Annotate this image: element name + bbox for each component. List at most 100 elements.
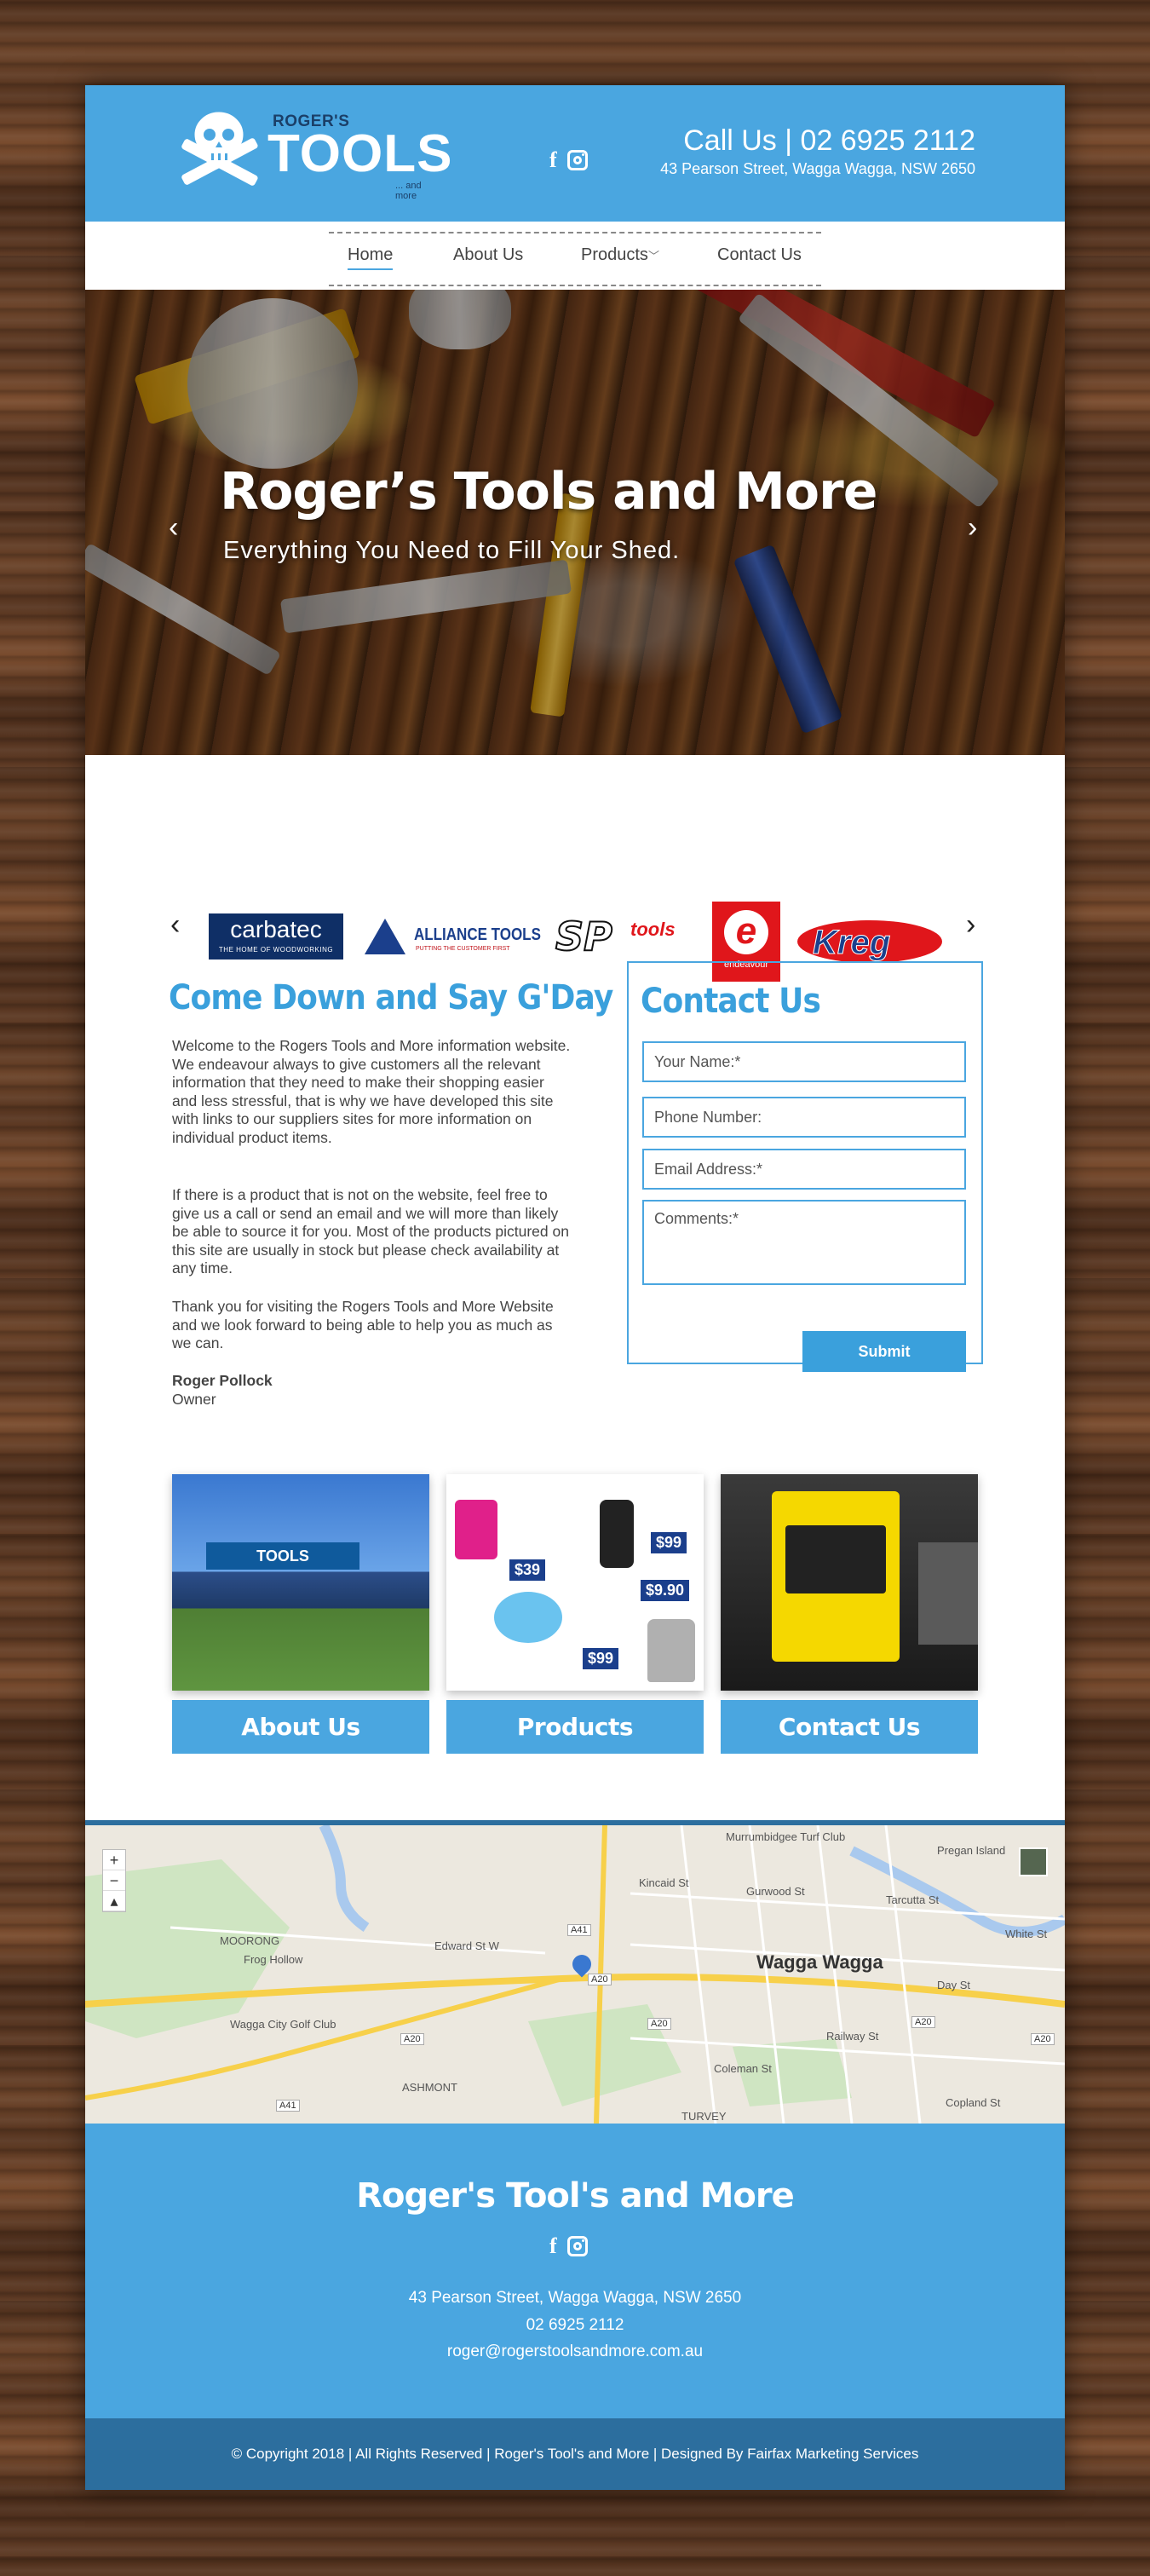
map-city-label: Wagga Wagga [756, 1951, 883, 1973]
kreg-logo-text: Kreg [812, 924, 891, 962]
welder-photo[interactable] [721, 1474, 978, 1691]
product-spray-image [600, 1500, 634, 1568]
road-badge: A20 [647, 2018, 671, 2030]
map-label: Kincaid St [639, 1876, 689, 1889]
footer-email[interactable]: roger@rogerstoolsandmore.com.au [85, 2343, 1065, 2361]
name-field[interactable] [642, 1041, 966, 1082]
map-reset-button[interactable]: ▴ [103, 1891, 125, 1911]
price-tag: $39 [509, 1559, 546, 1581]
road-badge: A41 [567, 1924, 591, 1936]
sp-tools-logo[interactable]: SP tools [555, 912, 700, 963]
store-sign: TOOLS [206, 1542, 359, 1570]
footer-phone[interactable]: 02 6925 2112 [85, 2316, 1065, 2335]
price-tag: $99 [583, 1648, 619, 1669]
about-us-button[interactable]: About Us [172, 1700, 429, 1754]
sp-logo-word: tools [630, 919, 676, 940]
map-graphic [85, 1825, 1065, 2124]
product-bottle-image [455, 1500, 497, 1559]
footer-title: Roger's Tool's and More [356, 2176, 795, 2216]
site-footer: Roger's Tool's and More f 43 Pearson Str… [85, 2124, 1065, 2418]
intro-paragraph-3: Thank you for visiting the Rogers Tools … [172, 1298, 554, 1351]
intro-paragraph-1: Welcome to the Rogers Tools and More inf… [172, 1037, 571, 1146]
nav-home[interactable]: Home [348, 245, 394, 270]
road-badge: A41 [276, 2100, 300, 2112]
copyright-bar: © Copyright 2018 | All Rights Reserved |… [85, 2418, 1065, 2490]
map-zoom-controls: + − ▴ [102, 1849, 126, 1912]
products-button[interactable]: Products [446, 1700, 704, 1754]
carbatec-logo-sub: THE HOME OF WOODWORKING [218, 946, 334, 954]
skull-tools-icon [181, 112, 258, 186]
alliance-logo-text: ALLIANCE TOOLS [414, 925, 541, 944]
welder-panel [785, 1525, 886, 1593]
zoom-out-button[interactable]: − [103, 1870, 125, 1891]
hero-next-arrow-icon[interactable]: › [968, 513, 977, 542]
signer-name: Roger Pollock [172, 1372, 273, 1389]
map-label: Murrumbidgee Turf Club [726, 1830, 846, 1843]
map-label: TURVEY [681, 2110, 727, 2123]
hero-slider: Roger’s Tools and More Everything You Ne… [85, 290, 1065, 755]
map-label: Edward St W [434, 1939, 499, 1952]
hero-prev-arrow-icon[interactable]: ‹ [169, 513, 178, 542]
brand-carousel: ‹ carbatec THE HOME OF WOODWORKING ALLIA… [85, 878, 1065, 982]
site-header: ROGER'S TOOLS ... and more f Call Us | 0… [85, 85, 1065, 222]
instagram-icon[interactable] [566, 2236, 588, 2256]
chevron-down-icon: ﹀ [647, 250, 659, 262]
facebook-icon[interactable]: f [549, 148, 557, 172]
alliance-tools-logo[interactable]: ALLIANCE TOOLS PUTTING THE CUSTOMER FIRS… [365, 917, 541, 960]
footer-social-links: f [549, 2234, 588, 2258]
map-label: ASHMONT [402, 2081, 457, 2094]
nav-products-label: Products [581, 245, 648, 264]
page: ROGER'S TOOLS ... and more f Call Us | 0… [85, 85, 1065, 2490]
map-label: Copland St [946, 2096, 1001, 2109]
nav-products[interactable]: Products﹀ [581, 245, 659, 265]
submit-button[interactable]: Submit [802, 1331, 966, 1372]
map-label: MOORONG [220, 1934, 280, 1947]
products-flyer-image[interactable]: $39 $99 $9.90 $99 [446, 1474, 704, 1691]
satellite-toggle[interactable] [1019, 1847, 1048, 1876]
email-field[interactable] [642, 1149, 966, 1190]
zoom-in-button[interactable]: + [103, 1850, 125, 1870]
brand-prev-arrow-icon[interactable]: ‹ [170, 910, 180, 939]
intro-title: Come Down and Say G'Day [169, 978, 613, 1017]
alliance-logo-sub: PUTTING THE CUSTOMER FIRST [416, 946, 510, 952]
map-label: Gurwood St [746, 1885, 805, 1898]
map-label: Tarcutta St [886, 1893, 940, 1906]
footer-address: 43 Pearson Street, Wagga Wagga, NSW 2650 [408, 2289, 742, 2307]
contact-form: Contact Us Submit [627, 961, 983, 1372]
store-photo[interactable]: TOOLS [172, 1474, 429, 1691]
road-badge: A20 [911, 2016, 935, 2028]
hero-overlay [85, 290, 1065, 755]
map-label: Day St [937, 1979, 971, 1991]
contact-title: Contact Us [641, 982, 821, 1021]
road-badge: A20 [400, 2033, 424, 2045]
carbatec-logo[interactable]: carbatec THE HOME OF WOODWORKING [209, 913, 343, 960]
comments-field[interactable] [642, 1200, 966, 1285]
kreg-logo[interactable]: Kreg [797, 920, 942, 963]
phone-field[interactable] [642, 1097, 966, 1138]
alliance-triangle-icon [365, 919, 405, 954]
nav-about-us[interactable]: About Us [453, 245, 523, 265]
hero-subtitle: Everything You Need to Fill Your Shed. [223, 537, 681, 564]
location-map[interactable]: + − ▴ MOORONG Frog Hollow Edward St W Wa… [85, 1825, 1065, 2124]
call-us-phone[interactable]: Call Us | 02 6925 2112 [683, 124, 975, 158]
mascot-bubble-image [494, 1592, 562, 1643]
facebook-icon[interactable]: f [549, 2234, 557, 2258]
price-tag: $99 [651, 1532, 687, 1553]
nav-contact-us[interactable]: Contact Us [717, 245, 802, 265]
map-label: Wagga City Golf Club [230, 2018, 336, 2031]
map-label: White St [1005, 1928, 1048, 1940]
main-nav: Home About Us Products﹀ Contact Us [329, 232, 821, 286]
store-shelf [918, 1542, 978, 1645]
map-label: Pregan Island [937, 1844, 1006, 1857]
road-badge: A20 [1031, 2033, 1055, 2045]
map-label: Railway St [826, 2030, 879, 2043]
hero-title: Roger’s Tools and More [220, 462, 877, 522]
brand-next-arrow-icon[interactable]: › [966, 910, 975, 939]
vacuum-image [647, 1619, 695, 1682]
instagram-icon[interactable] [566, 150, 588, 170]
contact-us-button[interactable]: Contact Us [721, 1700, 978, 1754]
intro-paragraph-2: If there is a product that is not on the… [172, 1186, 569, 1276]
site-logo[interactable]: ROGER'S TOOLS ... and more [172, 104, 451, 201]
header-address: 43 Pearson Street, Wagga Wagga, NSW 2650 [660, 160, 975, 177]
brand-name: TOOLS [267, 124, 453, 183]
